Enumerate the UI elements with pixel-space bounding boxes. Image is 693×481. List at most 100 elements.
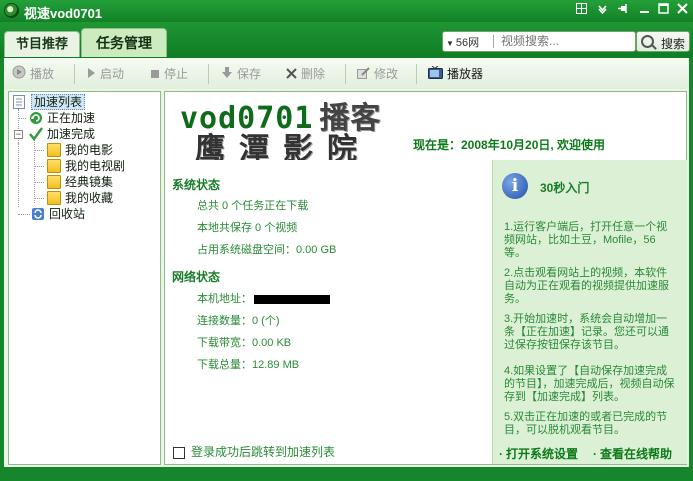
- ip-address-redacted: [254, 294, 330, 304]
- search-button-label: 搜索: [661, 37, 686, 51]
- toolbar-separator: [416, 64, 417, 84]
- dropdown-icon[interactable]: [595, 3, 610, 18]
- modify-button[interactable]: 修改: [357, 65, 398, 83]
- tasks-downloading-text: 总共 0 个任务正在下载: [197, 200, 309, 212]
- window-title: 视速vod0701: [24, 6, 103, 21]
- tree-connector: [18, 214, 30, 215]
- source-dropdown-icon: ▼: [446, 39, 454, 48]
- tree-folder-label: 我的电视剧: [65, 159, 126, 173]
- player-button[interactable]: 播放器: [428, 65, 483, 83]
- tree-folder-label: 我的收藏: [65, 191, 114, 205]
- tree-line: [34, 139, 35, 203]
- play-icon: [12, 65, 26, 84]
- search-icon: [641, 35, 654, 48]
- quick-start-step: 2.点击观看网站上的视频，本软件自动为正在观看的视频提供加速服务。: [504, 267, 669, 305]
- save-label: 保存: [237, 67, 262, 81]
- tree-line: [18, 143, 19, 207]
- quick-start-step: 3.开始加速时，系统会自动增加一条【正在加速】记录。您还可以通过保存按钮保存该节…: [504, 313, 669, 351]
- maximize-icon[interactable]: [656, 3, 671, 18]
- status-bar: [0, 467, 693, 481]
- toolbar: 播放 启动 停止 保存 删除 修改 播放器: [4, 58, 689, 90]
- download-total-text: 下载总量：12.89 MB: [197, 359, 300, 371]
- app-window: 视速vod0701 节目推荐 任务管理 ▼56网 搜索: [0, 0, 693, 481]
- checkmark-icon: [29, 127, 43, 141]
- recycle-icon: [31, 207, 45, 221]
- current-date-text: 现在是：2008年10月20日, 欢迎使用: [413, 138, 606, 152]
- save-download-icon: [221, 66, 233, 84]
- stop-icon: [150, 66, 160, 84]
- tree-root-acceleration-list[interactable]: 加速列表: [13, 94, 153, 110]
- start-label: 启动: [100, 67, 125, 81]
- bandwidth-text: 下载带宽：0.00 KB: [197, 337, 292, 349]
- folder-icon: [47, 191, 61, 205]
- delete-button[interactable]: 删除: [286, 65, 325, 83]
- search-button[interactable]: 搜索: [636, 31, 690, 52]
- network-status-title: 网络状态: [172, 270, 221, 284]
- content-panel: vod0701 播客 鹰潭影院 现在是：2008年10月20日, 欢迎使用 系统状…: [164, 91, 687, 465]
- tree-connector: [34, 166, 44, 167]
- search-source-select[interactable]: ▼ 56网: [446, 34, 479, 50]
- info-icon: i: [502, 173, 528, 199]
- folder-icon: [47, 143, 61, 157]
- search-box: ▼ 56网: [442, 31, 636, 52]
- close-icon[interactable]: [675, 3, 690, 18]
- tree-connector: [34, 150, 44, 151]
- toolbar-separator: [345, 64, 346, 84]
- open-settings-link[interactable]: · 打开系统设置: [499, 445, 578, 462]
- collapse-toggle-icon[interactable]: −: [14, 130, 23, 139]
- search-input[interactable]: [501, 34, 631, 48]
- stop-button[interactable]: 停止: [150, 65, 188, 83]
- disk-usage-text: 占用系统磁盘空间：0.00 GB: [197, 244, 337, 256]
- tree-folder-label: 我的电影: [65, 143, 114, 157]
- quick-start-title: 30秒入门: [540, 181, 590, 195]
- play-label: 播放: [30, 67, 55, 81]
- edit-icon: [357, 66, 370, 84]
- ip-address-row: 本机地址：: [197, 290, 330, 306]
- play-button[interactable]: 播放: [12, 65, 54, 83]
- start-button[interactable]: 启动: [86, 65, 124, 83]
- minimize-icon[interactable]: [637, 3, 652, 18]
- open-settings-label: 打开系统设置: [506, 447, 579, 461]
- search-divider: [493, 35, 494, 48]
- tree-item-recycle-label: 回收站: [49, 207, 86, 221]
- start-icon: [86, 66, 96, 84]
- tree-folder-label: 经典镜集: [65, 175, 114, 189]
- window-grid-icon[interactable]: [574, 3, 589, 18]
- quick-start-step: 5.双击正在加速的或者已完成的节目，可以脱机观看节目。: [504, 411, 668, 436]
- save-button[interactable]: 保存: [221, 65, 261, 83]
- folder-icon: [47, 175, 61, 189]
- delete-x-icon: [286, 66, 297, 84]
- app-logo-icon: [4, 3, 19, 18]
- quick-start-step: 4.如果设置了【自动保存加速完成的节目】，加速完成后，视频自动保存到【加速完成】…: [504, 365, 675, 403]
- jump-after-login-checkbox[interactable]: [173, 446, 185, 459]
- bullet-icon: ·: [593, 447, 597, 461]
- brand-banner: vod0701 播客 鹰潭影院 现在是：2008年10月20日, 欢迎使用: [165, 92, 686, 167]
- tree-connector: [34, 182, 44, 183]
- ip-address-label: 本机地址：: [197, 293, 252, 305]
- connections-text: 连接数量：0 (个): [197, 315, 280, 327]
- tree-item-completed-label: 加速完成: [47, 127, 96, 141]
- bullet-icon: ·: [499, 447, 503, 461]
- title-bar: 视速vod0701: [0, 0, 693, 22]
- folder-icon: [47, 159, 61, 173]
- jump-after-login-option[interactable]: 登录成功后跳转到加速列表: [173, 443, 335, 460]
- tree-connector: [18, 118, 26, 119]
- category-tree: 加速列表 正在加速 − 加速完成 我的电影 我的电视剧 经典镜集 我的收藏 回收…: [8, 91, 161, 465]
- tab-recommend[interactable]: 节目推荐: [4, 31, 80, 57]
- main-area: 加速列表 正在加速 − 加速完成 我的电影 我的电视剧 经典镜集 我的收藏 回收…: [4, 89, 689, 467]
- system-status-title: 系统状态: [172, 178, 221, 192]
- player-label: 播放器: [447, 67, 484, 81]
- tab-task-management[interactable]: 任务管理: [81, 28, 167, 57]
- status-pane: 系统状态 总共 0 个任务正在下载 本地共保存 0 个视频 占用系统磁盘空间：0…: [165, 160, 492, 464]
- online-help-link[interactable]: · 查看在线帮助: [593, 445, 672, 462]
- tree-connector: [34, 198, 44, 199]
- modify-label: 修改: [374, 67, 399, 81]
- toolbar-separator: [208, 64, 209, 84]
- search-source-label: 56网: [455, 37, 480, 49]
- videos-saved-text: 本地共保存 0 个视频: [197, 222, 298, 234]
- online-help-label: 查看在线帮助: [600, 447, 673, 461]
- delete-label: 删除: [301, 67, 326, 81]
- refresh-green-icon: [29, 111, 43, 125]
- stop-label: 停止: [164, 67, 189, 81]
- pin-icon[interactable]: [616, 3, 631, 18]
